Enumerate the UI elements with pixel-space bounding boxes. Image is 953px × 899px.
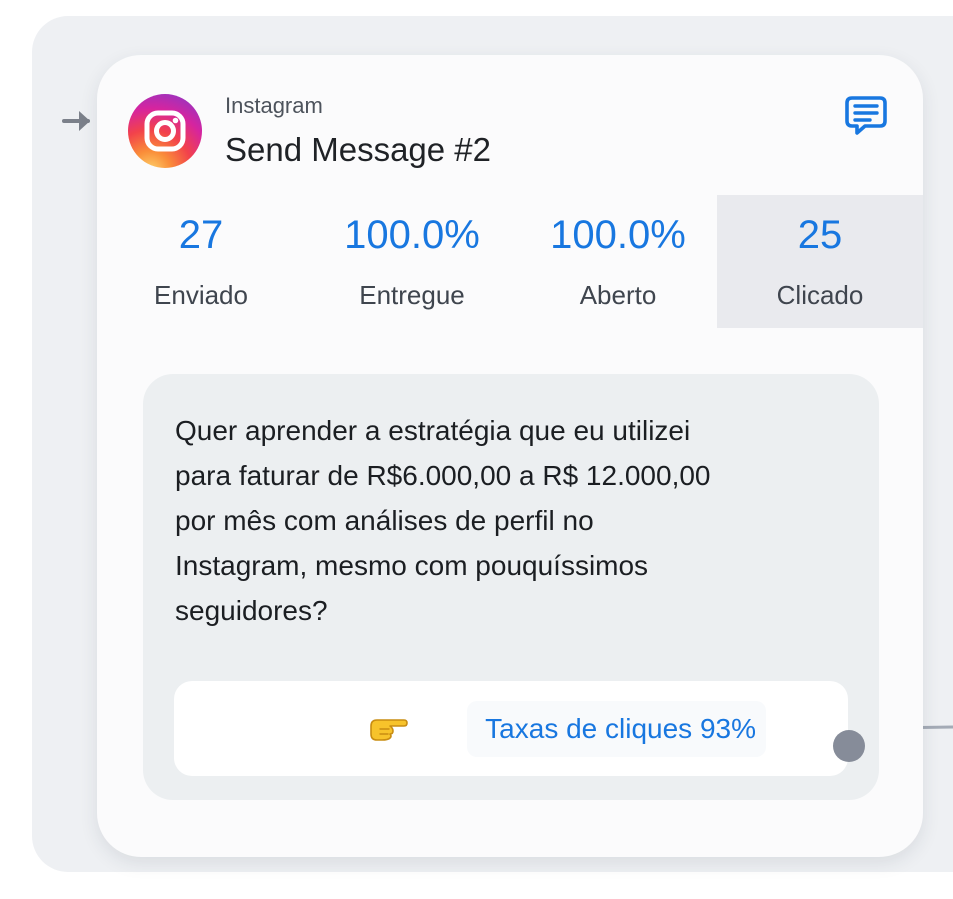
click-rate-button[interactable]: Taxas de cliques 93% [467, 701, 766, 757]
stat-enviado[interactable]: 27 Enviado [125, 195, 277, 328]
message-line: Instagram, mesmo com pouquíssimos [175, 550, 649, 581]
instagram-icon [128, 94, 202, 168]
message-text: Quer aprender a estratégia que eu utiliz… [175, 408, 865, 633]
connector-handle[interactable] [833, 730, 865, 762]
stat-entregue[interactable]: 100.0% Entregue [312, 195, 512, 328]
message-line: por mês com análises de perfil no [175, 505, 594, 536]
stats-row: 27 Enviado 100.0% Entregue 100.0% Aberto… [97, 195, 923, 328]
stat-value: 27 [178, 213, 224, 257]
stat-label: Enviado [154, 280, 248, 310]
message-line: seguidores? [175, 595, 328, 626]
stat-label: Clicado [776, 280, 864, 310]
stat-clicado[interactable]: 25 Clicado [717, 195, 923, 328]
stat-label: Entregue [359, 280, 465, 310]
node-title[interactable]: Send Message #2 [225, 131, 491, 169]
stat-value: 100.0% [344, 213, 480, 257]
stat-value: 25 [797, 213, 843, 257]
message-line: para faturar de R$6.000,00 a R$ 12.000,0… [175, 460, 711, 491]
send-message-node[interactable]: Instagram Send Message #2 27 Enviado 100… [97, 55, 923, 857]
message-bubble[interactable]: Quer aprender a estratégia que eu utiliz… [143, 374, 879, 800]
click-rate-label: Taxas de cliques 93% [485, 713, 756, 744]
comment-icon[interactable] [843, 92, 889, 138]
message-line: Quer aprender a estratégia que eu utiliz… [175, 415, 691, 446]
pointing-hand-icon [370, 719, 408, 741]
node-source-label: Instagram [225, 93, 323, 118]
arrow-right-icon [62, 111, 90, 131]
stat-value: 100.0% [550, 213, 686, 257]
stat-label: Aberto [579, 280, 657, 310]
stat-aberto[interactable]: 100.0% Aberto [517, 195, 719, 328]
message-button-row: Taxas de cliques 93% [174, 681, 848, 776]
